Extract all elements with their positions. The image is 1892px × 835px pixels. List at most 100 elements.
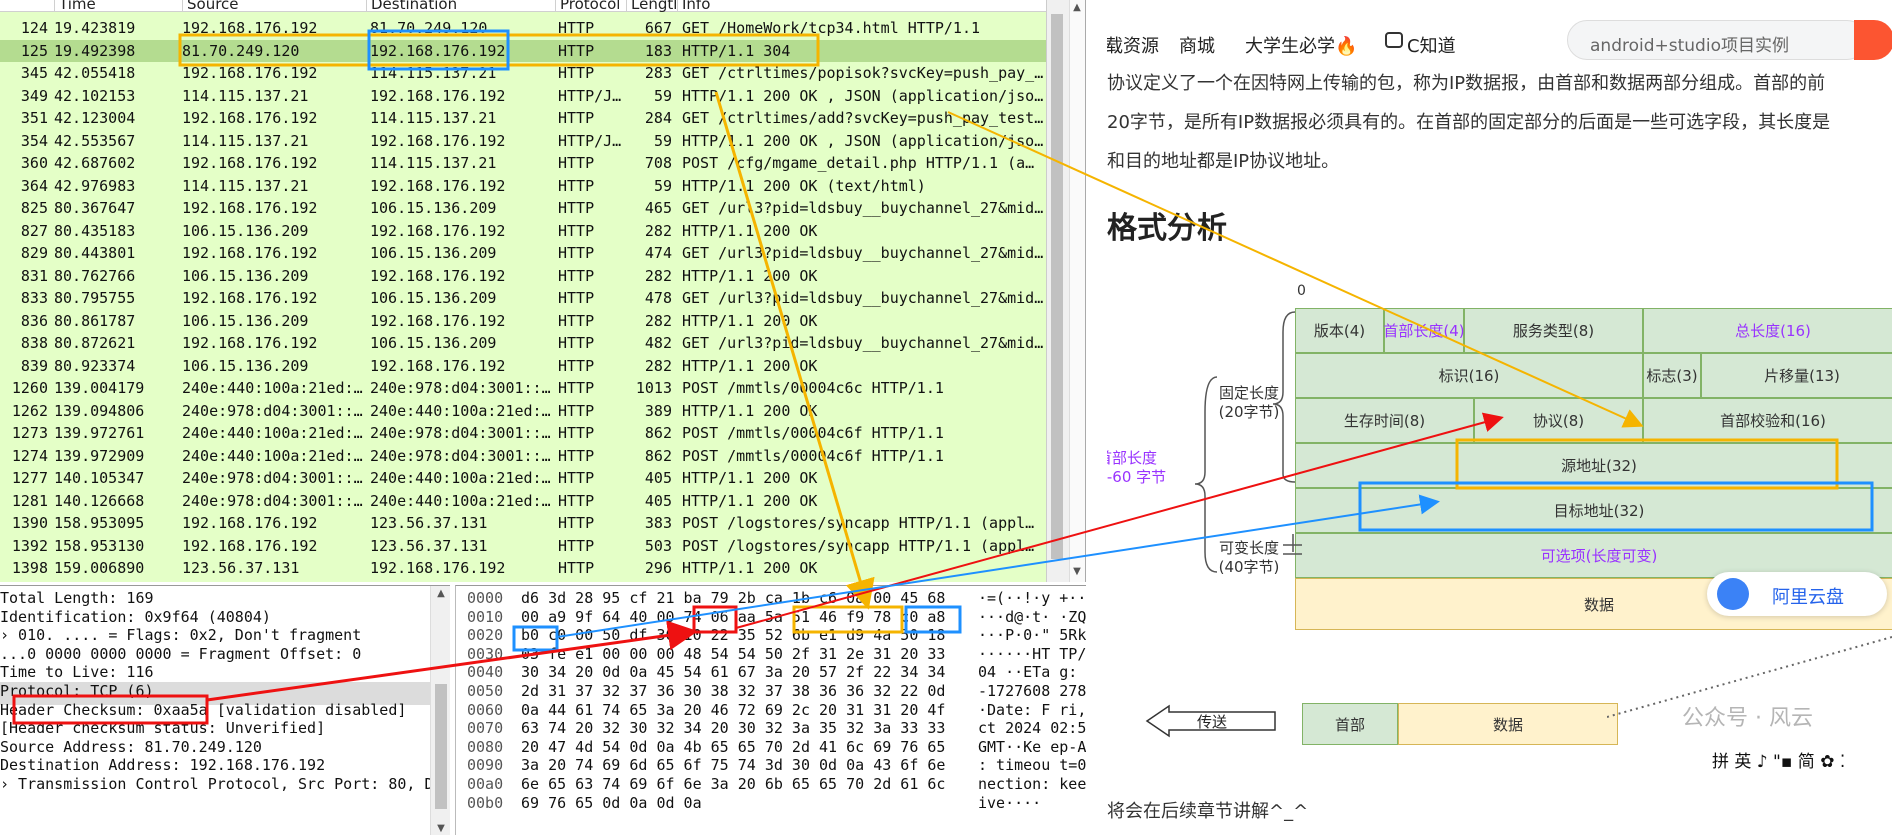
packet-row[interactable]: 1262 139.094806 240e:978:d04:3001::… 240e:4… <box>0 400 1046 423</box>
packet-row[interactable]: 831 80.762766 106.15.136.209 192.168.176.19… <box>0 265 1046 288</box>
packet-cell-dst: 106.15.136.209 <box>370 244 497 262</box>
packet-row[interactable]: 124 19.423819 192.168.176.192 81.70.249.120… <box>0 17 1046 40</box>
packet-row[interactable]: 1398 159.006890 123.56.37.131 192.168.176.1… <box>0 557 1046 580</box>
packet-cell-info: GET /ctrltimes/add?svcKey=push_pay_test… <box>682 109 1044 127</box>
col-header-time[interactable]: Time <box>54 0 182 12</box>
packet-list-scrollbar[interactable]: ▲ ▼ <box>1046 0 1085 582</box>
packet-row[interactable]: 839 80.923374 106.15.136.209 192.168.176.19… <box>0 355 1046 378</box>
detail-tree-item-expandable[interactable]: › Transmission Control Protocol, Src Por… <box>0 775 450 798</box>
packet-row[interactable]: 838 80.872621 192.168.176.192 106.15.136.20… <box>0 332 1046 355</box>
packet-cell-dst: 114.115.137.21 <box>370 109 497 127</box>
packet-row[interactable]: 354 42.553567 114.115.137.21 192.168.176.19… <box>0 130 1046 153</box>
packet-cell-no: 125 <box>20 41 48 60</box>
packet-rows: 124 19.423819 192.168.176.192 81.70.249.120… <box>0 17 1046 580</box>
scroll-thumb[interactable] <box>1051 14 1063 559</box>
nav-mall[interactable]: 商城 <box>1179 32 1215 58</box>
packet-row[interactable]: 825 80.367647 192.168.176.192 106.15.136.20… <box>0 197 1046 220</box>
packet-row[interactable]: 1281 140.126668 240e:978:d04:3001::… 240e:4… <box>0 490 1046 513</box>
packet-cell-no: 345 <box>20 64 48 82</box>
hex-ascii: ·Date: F ri, 11 O <box>978 700 1086 719</box>
packet-cell-time: 42.102153 <box>54 86 136 105</box>
hex-off: 00b0 <box>467 793 504 812</box>
packet-cell-proto: HTTP <box>558 109 595 127</box>
packet-cell-proto: HTTP <box>558 514 595 532</box>
hex-bytes: 00 a9 9f 64 40 00 74 06 aa 5a 51 46 f9 7… <box>521 607 946 626</box>
packet-row[interactable]: 360 42.687602 192.168.176.192 114.115.137.2… <box>0 152 1046 175</box>
packet-cell-info: POST /logstores/syncapp HTTP/1.1 (appl… <box>682 536 1035 555</box>
col-header-source[interactable]: Source <box>182 0 370 12</box>
packet-cell-time: 139.094806 <box>54 401 145 420</box>
packet-cell-no: 827 <box>20 221 48 240</box>
packet-row[interactable]: 1274 139.972909 240e:440:100a:21ed:… 240e:9… <box>0 445 1046 468</box>
packet-details-pane[interactable]: Total Length: 169 Identification: 0x9f64… <box>0 585 450 835</box>
packet-cell-info: HTTP/1.1 200 OK <box>682 469 818 487</box>
packet-cell-time: 42.553567 <box>54 131 136 150</box>
packet-cell-dst: 192.168.176.192 <box>370 356 506 375</box>
packet-cell-no: 839 <box>20 356 48 375</box>
packet-cell-time: 139.972909 <box>54 446 145 465</box>
packet-row[interactable]: 1260 139.004179 240e:440:100a:21ed:… 240e:9… <box>0 377 1046 400</box>
packet-cell-proto: HTTP <box>558 446 595 465</box>
packet-cell-src: 106.15.136.209 <box>182 311 309 330</box>
packet-cell-info: GET /url3?pid=ldsbuy__buychannel_27&mid… <box>682 244 1044 262</box>
packet-row[interactable]: 827 80.435183 106.15.136.209 192.168.176.19… <box>0 220 1046 243</box>
hex-ascii: : timeou t=0··Con <box>978 756 1086 775</box>
nav-students[interactable]: 大学生必学🔥 <box>1245 32 1357 58</box>
packet-list-pane[interactable]: Time Source Destination Protocol Length … <box>0 0 1086 582</box>
packet-cell-proto: HTTP <box>558 356 595 375</box>
packet-row[interactable]: 125 19.492398 81.70.249.120 192.168.176.192… <box>0 39 1046 62</box>
packet-row[interactable]: 349 42.102153 114.115.137.21 192.168.176.19… <box>0 85 1046 108</box>
scroll-thumb[interactable] <box>435 684 447 809</box>
packet-cell-dst: 240e:978:d04:3001::… <box>370 379 550 397</box>
packet-cell-dst: 240e:978:d04:3001::… <box>370 446 550 465</box>
packet-row[interactable]: 833 80.795755 192.168.176.192 106.15.136.20… <box>0 287 1046 310</box>
packet-cell-time: 80.367647 <box>54 199 136 217</box>
packet-cell-no: 1273 <box>11 424 48 442</box>
scroll-track[interactable] <box>1069 0 1085 582</box>
packet-bytes-pane[interactable]: 0000 d6 3d 28 95 cf 21 ba 79 2b ca 1b c6 … <box>455 585 1086 835</box>
scroll-up-icon[interactable]: ▲ <box>431 588 450 599</box>
nav-download[interactable]: 载资源 <box>1107 32 1159 58</box>
packet-cell-time: 80.443801 <box>54 244 136 262</box>
hex-ascii: 04 ··ETa g: W/"44 <box>978 663 1086 682</box>
col-header-length[interactable]: Length <box>626 0 676 12</box>
packet-cell-no: 364 <box>20 176 48 195</box>
packet-cell-time: 158.953095 <box>54 514 145 532</box>
scroll-up-icon[interactable]: ▲ <box>1069 2 1085 16</box>
nav-czhidao[interactable]: C知道 <box>1407 32 1456 58</box>
packet-cell-time: 158.953130 <box>54 536 145 555</box>
c-zhidao-icon[interactable] <box>1385 32 1403 48</box>
packet-cell-proto: HTTP <box>558 311 595 330</box>
col-header-destination[interactable]: Destination <box>366 0 556 12</box>
packet-cell-proto: HTTP <box>558 221 595 240</box>
packet-cell-len: 503 <box>644 536 672 555</box>
scroll-down-icon[interactable]: ▼ <box>431 823 450 834</box>
packet-row[interactable]: 1277 140.105347 240e:978:d04:3001::… 240e:4… <box>0 467 1046 490</box>
article-paragraph-1: 协议定义了一个在因特网上传输的包，称为IP数据报，由首部和数据两部分组成。首部的… <box>1107 73 1826 94</box>
col-header-info[interactable]: Info <box>677 0 1047 12</box>
packet-row[interactable]: 1390 158.953095 192.168.176.192 123.56.37.1… <box>0 512 1046 535</box>
scroll-down-icon[interactable]: ▼ <box>1069 566 1085 580</box>
packet-row[interactable]: 829 80.443801 192.168.176.192 106.15.136.20… <box>0 242 1046 265</box>
aliyun-drive-icon <box>1717 578 1749 610</box>
ime-toolbar[interactable]: 拼 英 ♪ "▪ 简 ✿ ⁚ <box>1712 747 1892 775</box>
packet-row[interactable]: 345 42.055418 192.168.176.192 114.115.137.2… <box>0 62 1046 85</box>
hex-bytes: 03 fe e1 00 00 00 48 54 54 50 2f 31 2e 3… <box>521 644 946 663</box>
hex-ascii: ct 2024 02:52:33 <box>978 719 1086 738</box>
packet-cell-proto: HTTP <box>558 559 595 577</box>
col-header-protocol[interactable]: Protocol <box>555 0 625 12</box>
aliyun-drive-button[interactable]: 阿里云盘 <box>1707 572 1887 616</box>
packet-row[interactable]: 1392 158.953130 192.168.176.192 123.56.37.1… <box>0 535 1046 558</box>
details-scrollbar[interactable]: ▲ ▼ <box>430 586 450 835</box>
article-page: 载资源 商城 大学生必学🔥 C知道 android+studio项目实例 协议定… <box>1107 0 1892 835</box>
packet-cell-dst: 192.168.176.192 <box>370 41 506 60</box>
packet-row[interactable]: 364 42.976983 114.115.137.21 192.168.176.19… <box>0 175 1046 198</box>
packet-cell-src: 192.168.176.192 <box>182 64 318 82</box>
packet-row[interactable]: 1273 139.972761 240e:440:100a:21ed:… 240e:9… <box>0 422 1046 445</box>
packet-row[interactable]: 351 42.123004 192.168.176.192 114.115.137.2… <box>0 107 1046 130</box>
packet-cell-len: 296 <box>644 559 672 577</box>
search-button[interactable] <box>1854 20 1892 60</box>
packet-list-header: Time Source Destination Protocol Length … <box>0 0 1046 12</box>
search-input[interactable]: android+studio项目实例 <box>1567 20 1867 60</box>
packet-row[interactable]: 836 80.861787 106.15.136.209 192.168.176.19… <box>0 310 1046 333</box>
